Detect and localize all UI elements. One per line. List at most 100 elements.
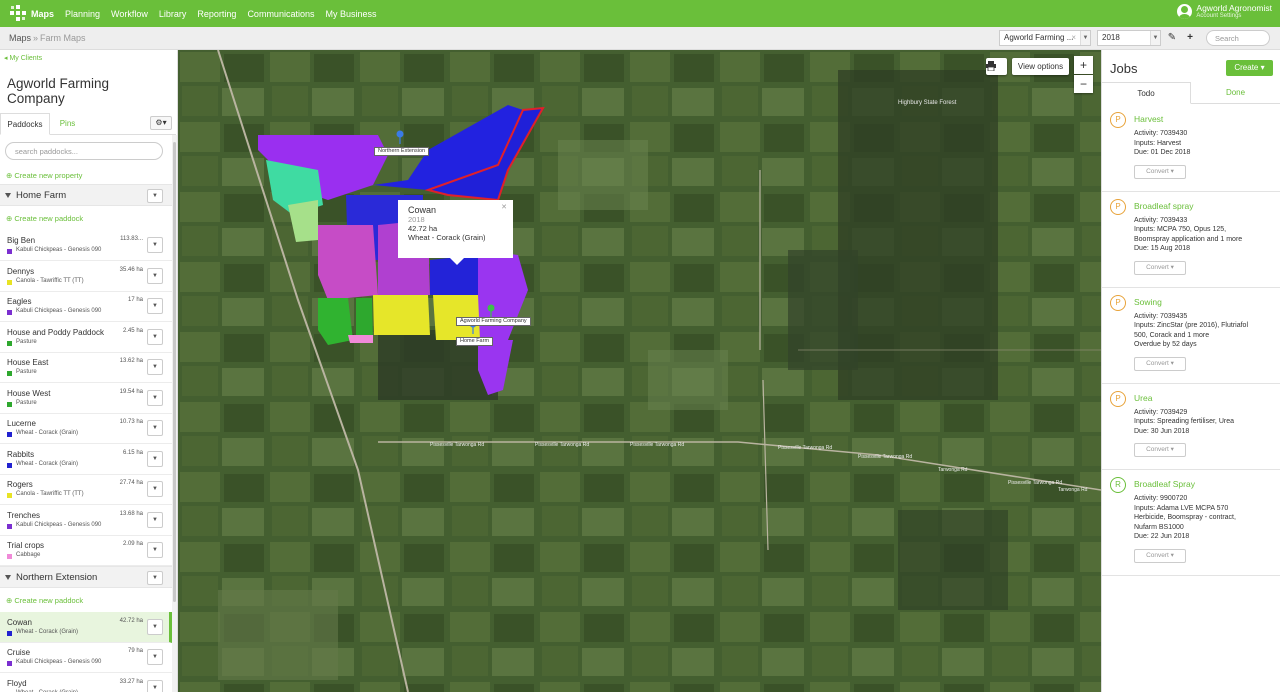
farm-header[interactable]: Home Farm ▼ [0,184,172,206]
zoom-out-button[interactable]: − [1074,75,1093,93]
jobs-panel: Jobs Create ▾ Todo Done P Harvest Activity… [1101,50,1280,692]
sidebar-scroll-thumb[interactable] [173,142,176,602]
crop-color-swatch [7,340,12,346]
road-label: Pissesville Tarwonga Rd [630,442,685,448]
paddock-name: Lucerne [7,419,36,428]
farm-menu-button[interactable]: ▼ [147,570,163,585]
paddock-menu-button[interactable]: ▼ [147,237,163,253]
satellite-map[interactable] [178,50,1101,692]
job-title[interactable]: Broadleaf Spray [1134,479,1195,489]
paddock-menu-button[interactable]: ▼ [147,267,163,284]
paddock-row[interactable]: Rabbits 6.15 ha Wheat - Corack (Grain) ▼ [0,444,172,475]
paddock-row[interactable]: Eagles 17 ha Kabuli Chickpeas - Genesis 09… [0,291,172,322]
paddock-menu-button[interactable]: ▼ [147,420,163,436]
user-menu[interactable]: Agworld Agronomist Account Settings [1177,3,1272,19]
clear-icon[interactable]: × [1071,33,1076,42]
farm-map[interactable]: Pissesville Tarwonga Rd Pissesville Tarw… [178,50,1101,692]
paddock-menu-button[interactable]: ▼ [147,679,163,692]
paddock-row[interactable]: Lucerne 10.73 ha Wheat - Corack (Grain) ▼ [0,413,172,444]
company-select[interactable]: Agworld Farming ... × ▼ [999,30,1091,46]
agworld-logo[interactable] [9,4,27,22]
search-input[interactable]: Search [1206,30,1270,46]
add-icon[interactable]: + [1182,30,1198,46]
convert-button[interactable]: Convert ▾ [1134,443,1186,457]
nav-communications[interactable]: Communications [247,9,314,19]
print-button[interactable] [986,58,1007,75]
job-title[interactable]: Broadleaf spray [1134,201,1194,211]
collapse-icon[interactable] [5,193,11,198]
paddock-menu-button[interactable]: ▼ [147,450,163,467]
job-card[interactable]: P Urea Activity: 7039429 Inputs: Spreading … [1102,384,1280,470]
job-title[interactable]: Urea [1134,393,1152,403]
paddock-row[interactable]: House East 13.62 ha Pasture ▼ [0,352,172,383]
nav-library[interactable]: Library [159,9,187,19]
paddock-menu-button[interactable]: ▼ [147,542,163,558]
create-paddock-link[interactable]: ⊕ Create new paddock [6,596,83,605]
edit-pencil-icon[interactable]: ✎ [1164,30,1180,46]
close-icon[interactable]: ✕ [501,203,507,211]
paddock-row[interactable]: Big Ben 113.83... Kabuli Chickpeas - Genes… [0,230,172,261]
tab-todo[interactable]: Todo [1102,82,1191,104]
map-label-company: Agworld Farming Company [456,317,531,326]
tab-pins[interactable]: Pins [50,113,85,135]
paddock-row[interactable]: Cruise 79 ha Kabuli Chickpeas - Genesis 09… [0,642,172,673]
nav-planning[interactable]: Planning [65,9,100,19]
paddock-menu-button[interactable]: ▼ [147,298,163,314]
create-job-button[interactable]: Create ▾ [1226,60,1273,76]
zoom-in-button[interactable]: + [1074,56,1093,74]
tab-paddocks[interactable]: Paddocks [0,113,50,135]
convert-button[interactable]: Convert ▾ [1134,356,1186,371]
convert-button[interactable]: Convert ▾ [1134,548,1186,563]
job-card[interactable]: P Harvest Activity: 7039430 Inputs: Harvest… [1102,105,1280,192]
paddock-name: House West [7,388,51,398]
tab-done[interactable]: Done [1191,82,1280,104]
view-options-button[interactable]: View options [1012,58,1069,75]
job-title[interactable]: Harvest [1134,114,1163,124]
paddock-crop: Wheat - Corack (Grain) [16,460,79,467]
paddock-menu-button[interactable]: ▼ [147,618,163,635]
nav-reporting[interactable]: Reporting [197,9,236,19]
paddock-menu-button[interactable]: ▼ [147,389,163,406]
paddock-trial-crops[interactable] [348,335,373,343]
collapse-icon[interactable] [5,574,11,580]
create-property-link[interactable]: ⊕ Create new property [6,171,82,180]
crop-color-swatch [7,554,12,559]
nav-workflow[interactable]: Workflow [111,9,148,19]
job-card[interactable]: P Sowing Activity: 7039435 Inputs: ZincStar… [1102,288,1280,384]
map-label-northern: Northern Extension [374,147,430,156]
paddock-rabbits[interactable] [318,225,378,300]
paddock-menu-button[interactable]: ▼ [147,359,163,375]
convert-button[interactable]: Convert ▾ [1134,260,1186,275]
paddock-menu-button[interactable]: ▼ [147,649,163,665]
paddock-house-poddy[interactable] [356,298,373,340]
paddock-row[interactable]: Trenches 13.68 ha Kabuli Chickpeas - Genes… [0,505,172,536]
nav-my-business[interactable]: My Business [325,9,376,19]
year-select[interactable]: 2018 ▼ [1097,30,1161,46]
job-card[interactable]: R Broadleaf Spray Activity: 9900720 Inputs:… [1102,470,1280,576]
nav-maps[interactable]: Maps [31,9,54,19]
paddock-row[interactable]: House West 19.54 ha Pasture ▼ [0,383,172,414]
paddock-search-input[interactable]: search paddocks... [5,142,163,160]
create-paddock-link[interactable]: ⊕ Create new paddock [6,214,83,223]
job-title[interactable]: Sowing [1134,297,1162,307]
paddock-row[interactable]: Trial crops 2.09 ha Cabbage ▼ [0,535,172,566]
paddock-row[interactable]: Cowan 42.72 ha Wheat - Corack (Grain) ▼ [0,611,172,643]
paddock-row[interactable]: Rogers 27.74 ha Canola - Tawriffic TT (TT)… [0,474,172,505]
paddock-row[interactable]: Dennys 35.46 ha Canola - Tawriffic TT (TT)… [0,261,172,292]
paddock-menu-button[interactable]: ▼ [147,511,163,528]
farm-menu-button[interactable]: ▼ [147,189,163,203]
paddock-menu-button[interactable]: ▼ [147,481,163,497]
breadcrumb-maps[interactable]: Maps [9,33,31,43]
paddock-menu-button[interactable]: ▼ [147,328,163,345]
paddock-row[interactable]: House and Poddy Paddock 2.45 ha Pasture ▼ [0,322,172,353]
my-clients-link[interactable]: ◂ My Clients [4,54,42,62]
settings-gear-button[interactable]: ⚙▾ [150,116,172,130]
paddock-dennys[interactable] [373,295,430,335]
paddock-row[interactable]: Floyd33.27 haWheat - Corack (Grain)▼ [0,673,172,692]
farm-header[interactable]: Northern Extension ▼ [0,565,172,588]
breadcrumb-bar: Maps» Farm Maps Agworld Farming ... × ▼ 2… [0,27,1280,50]
convert-button[interactable]: Convert ▾ [1134,164,1186,179]
job-card[interactable]: P Broadleaf spray Activity: 7039433 Inputs:… [1102,192,1280,288]
paddock-crop: Wheat - Corack (Grain) [16,430,79,436]
account-settings-link[interactable]: Account Settings [1196,13,1272,19]
